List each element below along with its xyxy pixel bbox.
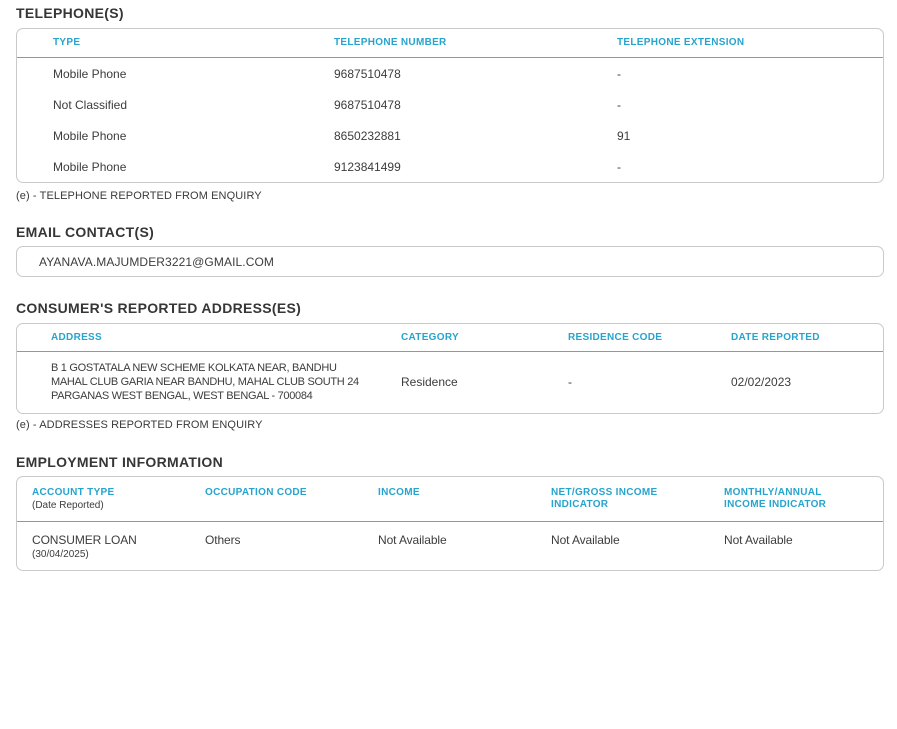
cell-occupation-code: Others — [205, 533, 241, 547]
col-header-income: INCOME — [378, 487, 420, 498]
col-header-account-type: ACCOUNT TYPE (Date Reported) — [17, 487, 190, 512]
cell-type: Mobile Phone — [53, 159, 127, 174]
employment-row: CONSUMER LOAN (30/04/2025) Others Not Av… — [17, 522, 883, 570]
emails-section: EMAIL CONTACT(S) AYANAVA.MAJUMDER3221@GM… — [16, 225, 884, 277]
addresses-header-row: ADDRESS CATEGORY RESIDENCE CODE DATE REP… — [17, 324, 883, 352]
col-header-date-reported: DATE REPORTED — [731, 331, 820, 343]
employment-section: EMPLOYMENT INFORMATION ACCOUNT TYPE (Dat… — [16, 455, 884, 571]
col-header-monthly-annual-income-indicator: MONTHLY/ANNUAL INCOME INDICATOR — [724, 487, 827, 510]
cell-telephone-extension: 91 — [617, 128, 631, 143]
telephone-row: Mobile Phone 8650232881 91 — [17, 120, 883, 151]
telephone-row: Not Classified 9687510478 - — [17, 89, 883, 120]
account-type-date-reported: (30/04/2025) — [32, 549, 89, 560]
telephones-table: TYPE TELEPHONE NUMBER TELEPHONE EXTENSIO… — [16, 28, 884, 183]
employment-table: ACCOUNT TYPE (Date Reported) OCCUPATION … — [16, 476, 884, 571]
email-box: AYANAVA.MAJUMDER3221@GMAIL.COM — [16, 246, 884, 277]
cell-telephone-extension: - — [617, 97, 621, 112]
cell-telephone-number: 9123841499 — [334, 159, 401, 174]
telephones-footnote: (e) - TELEPHONE REPORTED FROM ENQUIRY — [16, 190, 262, 202]
telephone-row: Mobile Phone 9123841499 - — [17, 151, 883, 182]
addresses-footnote: (e) - ADDRESSES REPORTED FROM ENQUIRY — [16, 419, 263, 431]
cell-category: Residence — [401, 375, 458, 389]
col-header-residence-code: RESIDENCE CODE — [568, 331, 663, 343]
cell-address: B 1 GOSTATALA NEW SCHEME KOLKATA NEAR, B… — [17, 361, 401, 403]
col-header-telephone-number: TELEPHONE NUMBER — [334, 37, 447, 48]
cell-type: Mobile Phone — [53, 66, 127, 81]
cell-date-reported: 02/02/2023 — [731, 375, 792, 389]
cell-residence-code: - — [568, 375, 572, 389]
col-header-address: ADDRESS — [51, 331, 102, 343]
addresses-table: ADDRESS CATEGORY RESIDENCE CODE DATE REP… — [16, 323, 884, 414]
col-header-category: CATEGORY — [401, 331, 459, 343]
address-line: MAHAL CLUB GARIA NEAR BANDHU, MAHAL CLUB… — [51, 376, 359, 388]
cell-telephone-number: 8650232881 — [334, 128, 401, 143]
cell-account-type: CONSUMER LOAN (30/04/2025) — [17, 534, 190, 561]
col-header-occupation-code: OCCUPATION CODE — [205, 487, 307, 498]
cell-telephone-extension: - — [617, 159, 621, 174]
col-header-type: TYPE — [53, 37, 81, 48]
address-line: B 1 GOSTATALA NEW SCHEME KOLKATA NEAR, B… — [51, 362, 337, 374]
telephones-title: TELEPHONE(S) — [16, 5, 124, 21]
cell-net-gross-income-indicator: Not Available — [551, 533, 620, 547]
cell-telephone-number: 9687510478 — [334, 97, 401, 112]
account-type-header-subtitle: (Date Reported) — [32, 500, 104, 511]
cell-income: Not Available — [378, 533, 447, 547]
emails-title: EMAIL CONTACT(S) — [16, 224, 155, 240]
employment-title: EMPLOYMENT INFORMATION — [16, 454, 223, 470]
account-type-value: CONSUMER LOAN — [32, 533, 137, 547]
cell-monthly-annual-income-indicator: Not Available — [724, 533, 793, 547]
address-row: B 1 GOSTATALA NEW SCHEME KOLKATA NEAR, B… — [17, 352, 883, 413]
cell-telephone-extension: - — [617, 66, 621, 81]
telephones-header-row: TYPE TELEPHONE NUMBER TELEPHONE EXTENSIO… — [17, 29, 883, 58]
address-line: PARGANAS WEST BENGAL, WEST BENGAL - 7000… — [51, 390, 313, 402]
employment-header-row: ACCOUNT TYPE (Date Reported) OCCUPATION … — [17, 477, 883, 522]
cell-type: Mobile Phone — [53, 128, 127, 143]
addresses-section: CONSUMER'S REPORTED ADDRESS(ES) ADDRESS … — [16, 301, 884, 432]
account-type-header-label: ACCOUNT TYPE — [32, 487, 115, 498]
col-header-telephone-extension: TELEPHONE EXTENSION — [617, 37, 745, 48]
email-value: AYANAVA.MAJUMDER3221@GMAIL.COM — [39, 254, 275, 269]
cell-type: Not Classified — [53, 97, 128, 112]
col-header-net-gross-income-indicator: NET/GROSS INCOME INDICATOR — [551, 487, 658, 510]
addresses-title: CONSUMER'S REPORTED ADDRESS(ES) — [16, 300, 302, 316]
telephone-row: Mobile Phone 9687510478 - — [17, 58, 883, 89]
cell-telephone-number: 9687510478 — [334, 66, 401, 81]
credit-report-contact-page: TELEPHONE(S) TYPE TELEPHONE NUMBER TELEP… — [16, 6, 884, 571]
telephones-section: TELEPHONE(S) TYPE TELEPHONE NUMBER TELEP… — [16, 6, 884, 203]
